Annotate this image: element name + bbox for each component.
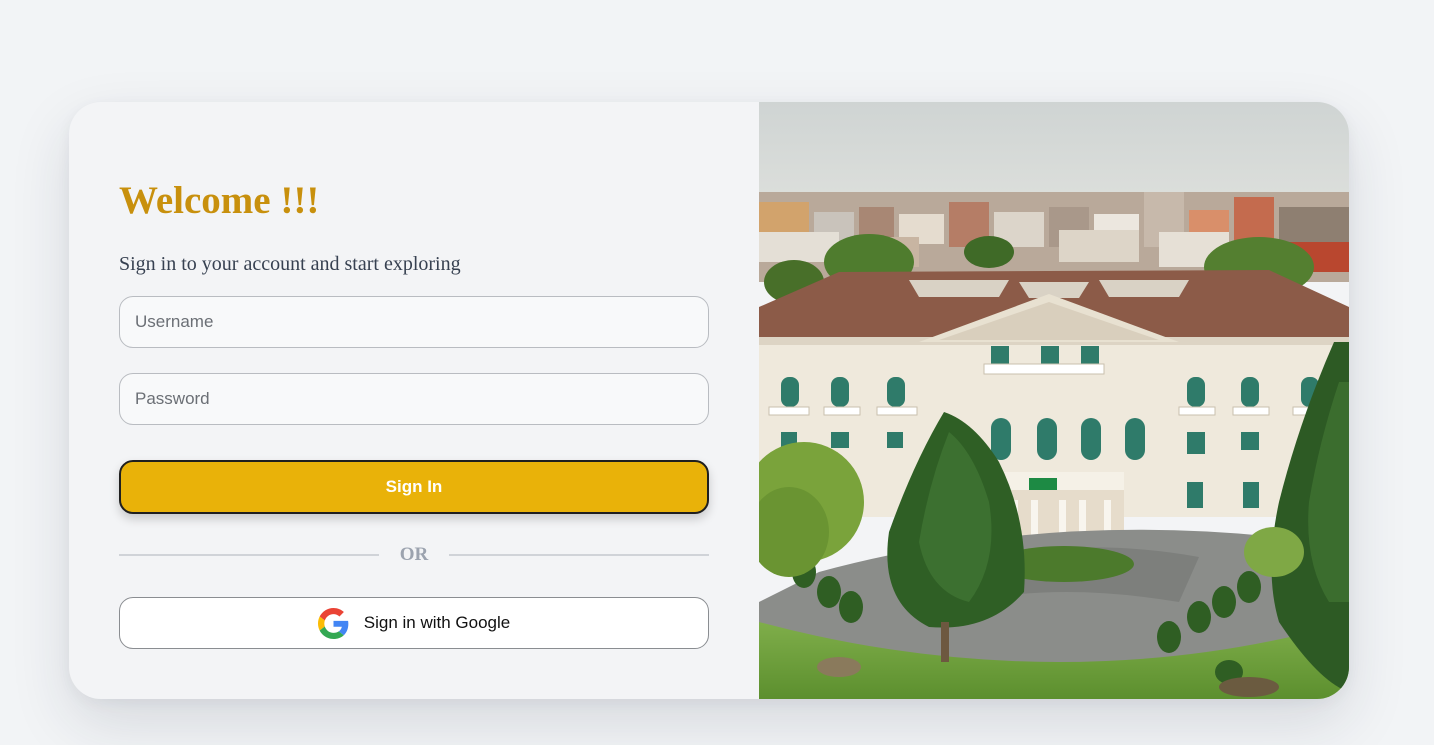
- palace-image: [759, 102, 1349, 699]
- google-sign-in-label: Sign in with Google: [363, 613, 511, 632]
- welcome-title: Welcome !!!: [119, 179, 320, 222]
- divider-line-right: [449, 554, 709, 556]
- password-input[interactable]: [119, 373, 709, 425]
- username-input[interactable]: [119, 296, 709, 348]
- sign-in-button[interactable]: Sign In: [119, 460, 709, 514]
- google-icon: [317, 607, 349, 639]
- google-sign-in-button[interactable]: Sign in with Google: [119, 597, 709, 649]
- or-divider: OR: [119, 543, 709, 567]
- login-form-panel: Welcome !!! Sign in to your account and …: [69, 102, 759, 699]
- login-card: Welcome !!! Sign in to your account and …: [69, 102, 1349, 699]
- welcome-subtitle: Sign in to your account and start explor…: [119, 253, 461, 275]
- palace-photo: [759, 102, 1349, 699]
